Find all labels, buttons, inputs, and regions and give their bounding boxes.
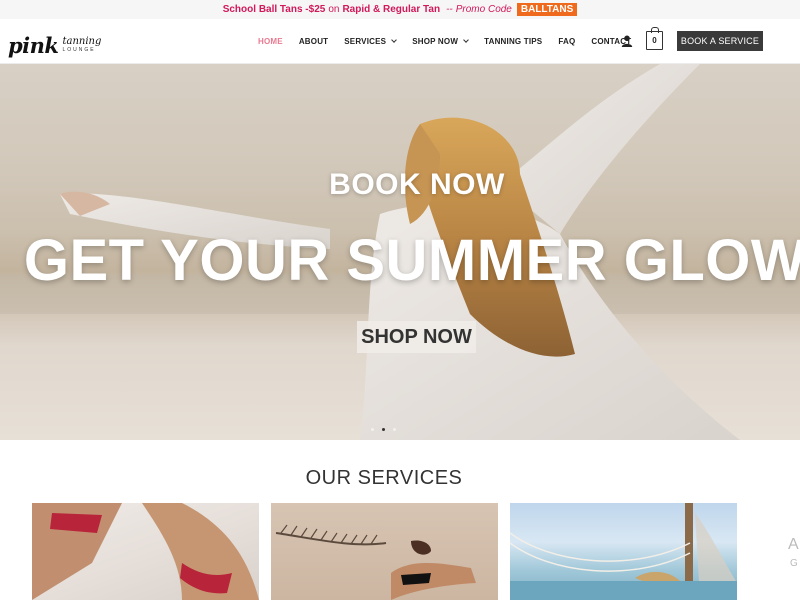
hero-kicker: BOOK NOW [329, 168, 505, 201]
slider-dots [371, 428, 404, 431]
promo-text-part2: Rapid & Regular Tan [342, 4, 441, 15]
nav-services-label: SERVICES [344, 36, 387, 46]
promo-separator: -- [446, 4, 453, 15]
user-icon[interactable] [621, 35, 633, 47]
nav-faq[interactable]: FAQ [558, 37, 575, 46]
promo-bar: School Ball Tans - $25 on Rapid & Regula… [0, 0, 800, 19]
main-nav: HOME ABOUT SERVICES SHOP NOW TANNING TIP… [258, 19, 647, 63]
chevron-down-icon [391, 36, 398, 43]
logo-sub2-text: LOUNGE [62, 47, 96, 53]
book-a-service-button[interactable]: BOOK A SERVICE [677, 31, 763, 51]
nav-shop-now-label: SHOP NOW [412, 36, 459, 46]
logo-sub-text: tanning [62, 36, 102, 47]
logo-sub: tanning LOUNGE [62, 37, 101, 53]
chevron-down-icon [463, 36, 469, 43]
promo-text-part1: School Ball Tans - [222, 4, 309, 15]
hero-slider: BOOK NOW GET YOUR SUMMER GLOW SHOP NOW [0, 64, 800, 440]
slider-dot-active[interactable] [382, 428, 385, 431]
nav-home[interactable]: HOME [258, 37, 283, 46]
nav-shop-now[interactable]: SHOP NOW [412, 36, 469, 46]
site-logo[interactable]: pink tanning LOUNGE [8, 30, 101, 56]
services-next-peek-b: G [790, 558, 798, 569]
nav-about[interactable]: ABOUT [299, 37, 328, 46]
nav-tanning-tips[interactable]: TANNING TIPS [484, 37, 542, 46]
service-card-1[interactable] [32, 503, 259, 600]
services-heading: OUR SERVICES [305, 467, 463, 489]
promo-on: on [328, 4, 340, 15]
hero-shop-now-button[interactable]: SHOP NOW [357, 321, 476, 353]
slider-dot[interactable] [371, 428, 374, 431]
service-image-2 [275, 524, 476, 600]
service-image-1 [32, 503, 259, 600]
cart-icon[interactable]: 0 [646, 27, 663, 50]
service-image-3 [510, 503, 737, 600]
service-card-3[interactable] [510, 503, 737, 600]
hero-title: GET YOUR SUMMER GLOW [23, 228, 800, 293]
service-card-2[interactable] [271, 503, 498, 600]
services-next-peek-a: A [788, 536, 799, 553]
logo-main-text: pink [8, 33, 59, 58]
promo-code-label: Promo Code [455, 4, 512, 15]
slider-dot[interactable] [393, 428, 396, 431]
promo-code-badge: BALLTANS [516, 3, 578, 16]
cart-count: 0 [652, 36, 657, 45]
nav-services[interactable]: SERVICES [344, 36, 398, 46]
promo-price: $25 [308, 4, 326, 15]
site-header: pink tanning LOUNGE HOME ABOUT SERVICES … [0, 19, 800, 64]
